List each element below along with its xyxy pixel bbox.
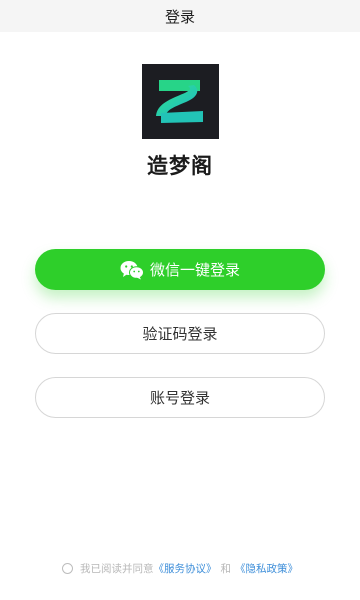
app-name: 造梦阁 (147, 154, 213, 178)
agreement-text: 我已阅读并同意 (80, 562, 154, 575)
wechat-icon (120, 260, 144, 280)
app-logo-icon (142, 64, 219, 139)
wechat-login-button[interactable]: 微信一键登录 (35, 249, 325, 290)
account-login-label: 账号登录 (149, 389, 210, 407)
agreement-conjunction: 和 (220, 562, 232, 575)
code-login-label: 验证码登录 (142, 325, 218, 343)
account-login-button[interactable]: 账号登录 (35, 377, 325, 418)
privacy-policy-link[interactable]: 《隐私政策》 (235, 561, 298, 576)
code-login-button[interactable]: 验证码登录 (35, 313, 325, 354)
agreement-checkbox[interactable] (62, 562, 73, 574)
page-title: 登录 (164, 7, 195, 26)
login-page: 登录 造梦阁 微信一键登录 验证码登录 账号登录 我已阅读并同意 《服务协议》 … (0, 0, 360, 600)
wechat-login-label: 微信一键登录 (149, 261, 240, 279)
service-agreement-link[interactable]: 《服务协议》 (154, 561, 217, 576)
title-bar: 登录 (0, 0, 360, 32)
agreement-row: 我已阅读并同意 《服务协议》 和 《隐私政策》 (0, 561, 360, 575)
